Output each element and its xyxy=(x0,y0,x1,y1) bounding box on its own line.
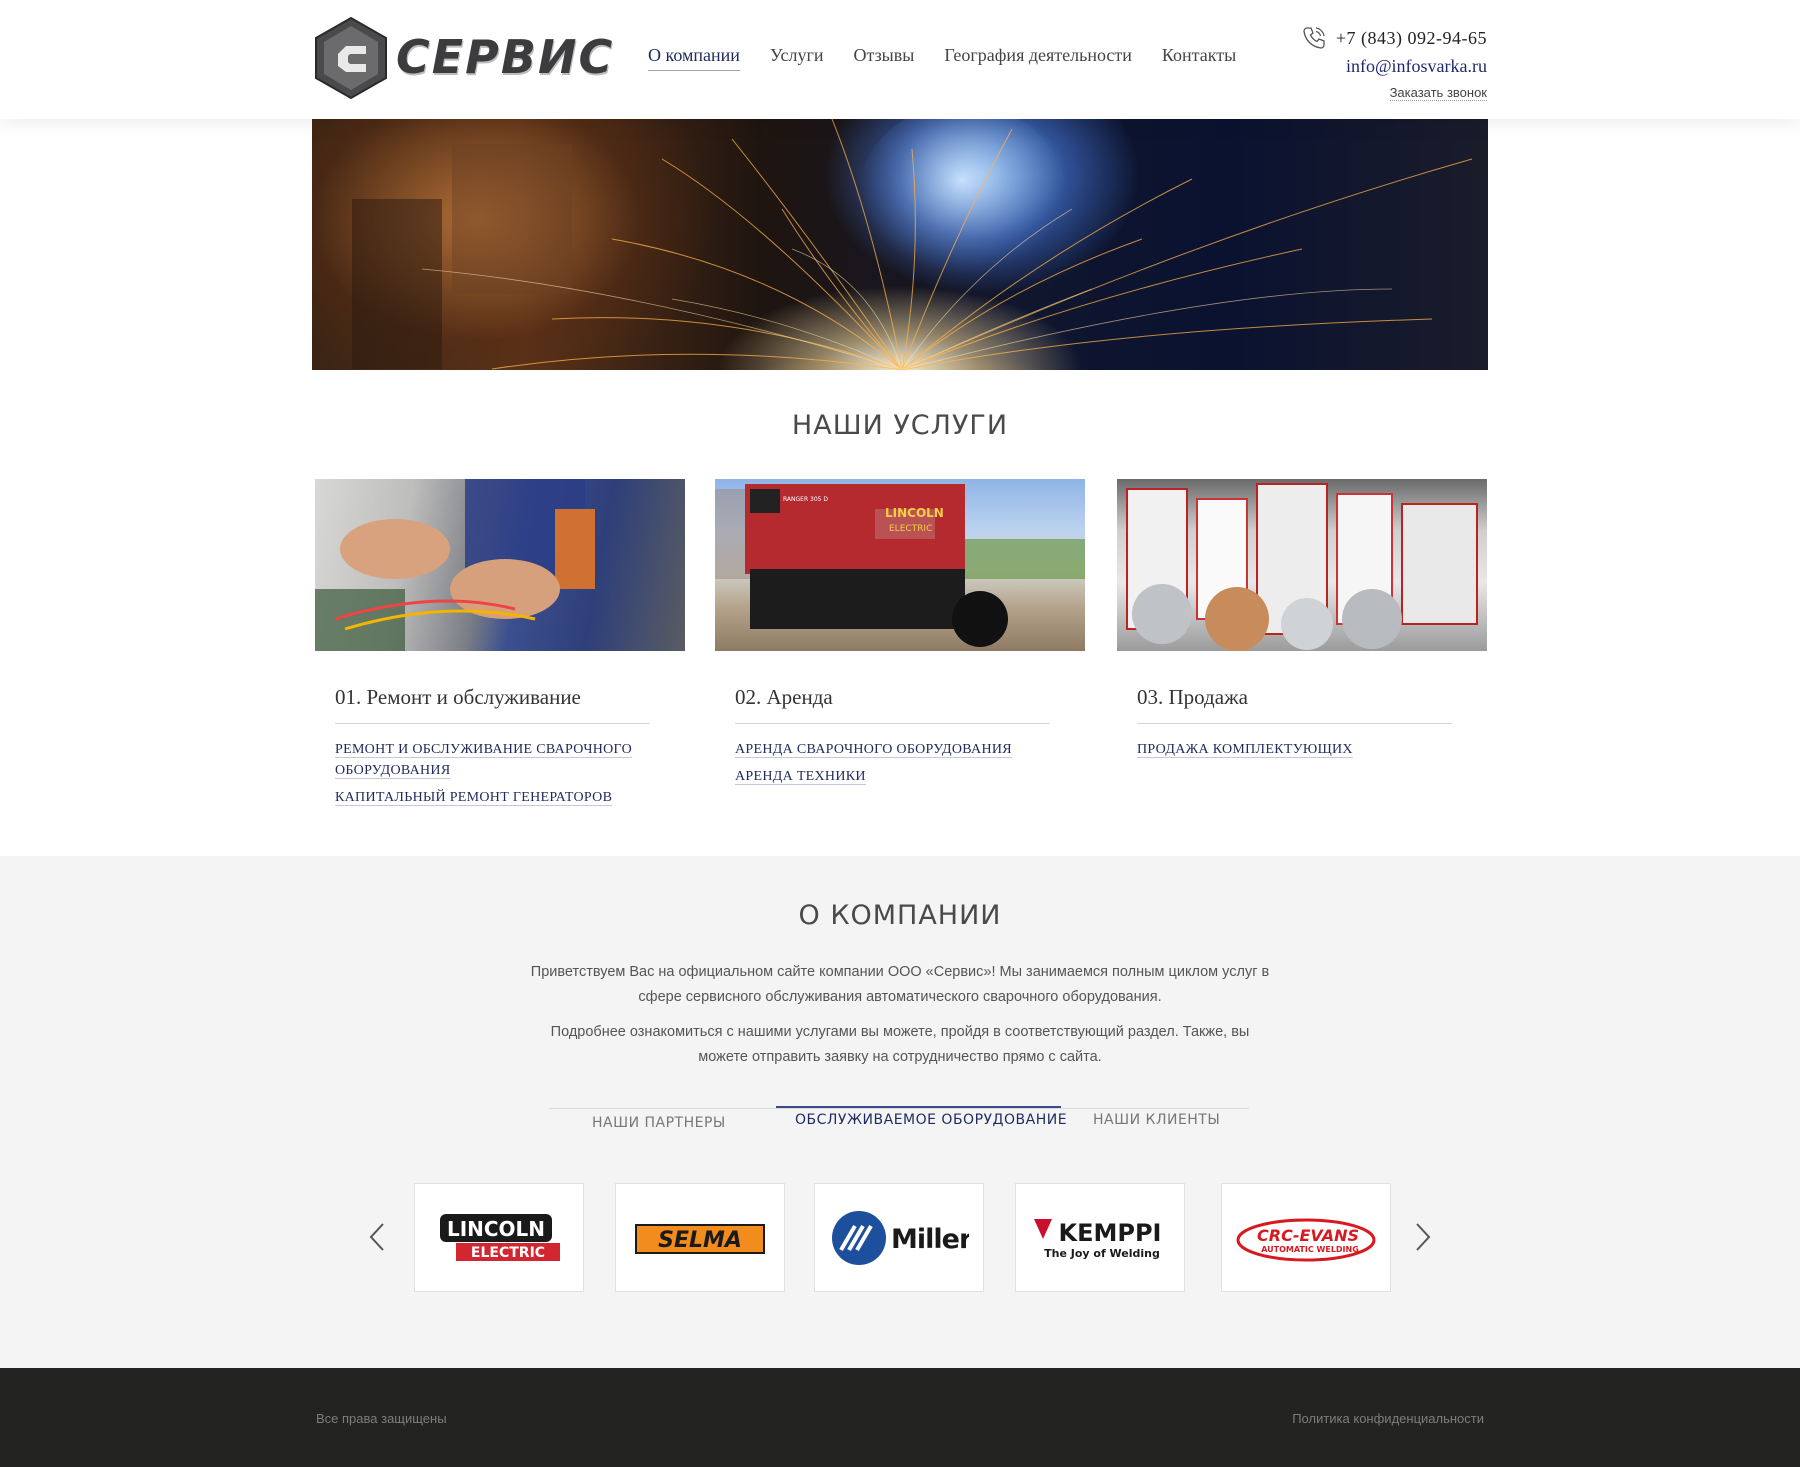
link-generator-repair[interactable]: КАПИТАЛЬНЫЙ РЕМОНТ ГЕНЕРАТОРОВ xyxy=(335,790,613,806)
active-tab-indicator xyxy=(776,1106,1061,1108)
lincoln-logo: LINCOLN ELECTRIC xyxy=(440,1213,560,1261)
logo-text: СЕРВИС xyxy=(396,30,615,84)
brand-crc-evans[interactable]: CRC-EVANS AUTOMATIC WELDING xyxy=(1221,1183,1391,1292)
about-paragraph-2: Подробнее ознакомиться с нашими услугами… xyxy=(530,1020,1270,1070)
chevron-left-icon[interactable] xyxy=(363,1220,393,1254)
brand-lincoln[interactable]: LINCOLN ELECTRIC xyxy=(414,1183,584,1292)
service-title-rent: 02. Аренда xyxy=(735,685,833,709)
lincoln-line-2: ELECTRIC xyxy=(471,1245,545,1261)
site-logo[interactable]: СЕРВИС xyxy=(312,16,612,100)
hero-banner xyxy=(312,119,1488,370)
service-divider xyxy=(735,723,1050,724)
service-card-rent: LINCOLN ELECTRIC RANGER 305 D 02. Аренда… xyxy=(715,479,1085,785)
footer-rights: Все права защищены xyxy=(316,1411,447,1426)
service-card-sale: 03. Продажа ПРОДАЖА КОМПЛЕКТУЮЩИХ xyxy=(1117,479,1487,758)
crc-evans-line-2: AUTOMATIC WELDING xyxy=(1261,1245,1359,1254)
phone-number[interactable]: +7 (843) 092-94-65 xyxy=(1336,28,1487,49)
crc-evans-logo: CRC-EVANS AUTOMATIC WELDING xyxy=(1236,1218,1376,1261)
tab-clients[interactable]: НАШИ КЛИЕНТЫ xyxy=(1093,1112,1220,1128)
logo-hexagon-icon xyxy=(315,16,387,100)
about-paragraph-2-line-2: можете отправить заявку на сотрудничеств… xyxy=(698,1049,1102,1065)
site-header: СЕРВИС О компании Услуги Отзывы Географи… xyxy=(0,0,1800,119)
tabs-divider xyxy=(549,1108,1249,1109)
miller-logo: Miller xyxy=(832,1210,969,1265)
chevron-right-icon[interactable] xyxy=(1407,1220,1437,1254)
link-machinery-rent[interactable]: АРЕНДА ТЕХНИКИ xyxy=(735,769,866,785)
crc-evans-line-1: CRC-EVANS xyxy=(1257,1226,1359,1245)
generator-sub-text: ELECTRIC xyxy=(889,524,932,534)
site-footer: Все права защищены Политика конфиденциал… xyxy=(0,1368,1800,1467)
brand-kemppi[interactable]: KEMPPI The Joy of Welding xyxy=(1015,1183,1185,1292)
kemppi-line-1: KEMPPI xyxy=(1059,1219,1162,1247)
link-welding-repair[interactable]: РЕМОНТ И ОБСЛУЖИВАНИЕ СВАРОЧНОГО ОБОРУДО… xyxy=(335,742,633,779)
brand-miller[interactable]: Miller xyxy=(814,1183,984,1292)
service-divider xyxy=(335,723,650,724)
about-paragraph-1-line-1: Приветствуем Вас на официальном сайте ко… xyxy=(530,964,1270,980)
header-contacts: +7 (843) 092-94-65 info@infosvarka.ru За… xyxy=(1300,24,1487,102)
kemppi-line-2: The Joy of Welding xyxy=(1044,1247,1160,1260)
about-paragraph-2-line-1: Подробнее ознакомиться с нашими услугами… xyxy=(550,1024,1250,1040)
phone-icon xyxy=(1303,27,1325,49)
service-card-repair: 01. Ремонт и обслуживание РЕМОНТ И ОБСЛУ… xyxy=(315,479,685,806)
about-section: О КОМПАНИИ Приветствуем Вас на официальн… xyxy=(0,856,1800,1368)
brand-selma[interactable]: SELMA xyxy=(615,1183,785,1292)
email-link[interactable]: info@infosvarka.ru xyxy=(1300,56,1487,77)
services-title: НАШИ УСЛУГИ xyxy=(791,410,1009,441)
generator-model-text: RANGER 305 D xyxy=(783,496,828,503)
service-title-sale: 03. Продажа xyxy=(1137,685,1248,709)
about-paragraph-1-line-2: сфере сервисного обслуживания автоматиче… xyxy=(638,989,1162,1005)
selma-text: SELMA xyxy=(658,1228,742,1253)
about-paragraph-1: Приветствуем Вас на официальном сайте ко… xyxy=(530,960,1270,1010)
selma-logo: SELMA xyxy=(635,1223,765,1254)
hero-sparks xyxy=(352,119,1473,370)
tab-equipment[interactable]: ОБСЛУЖИВАЕМОЕ ОБОРУДОВАНИЕ xyxy=(795,1112,1067,1128)
lincoln-line-1: LINCOLN xyxy=(447,1217,545,1241)
nav-services[interactable]: Услуги xyxy=(770,45,824,71)
nav-about[interactable]: О компании xyxy=(648,45,740,71)
link-parts-sale[interactable]: ПРОДАЖА КОМПЛЕКТУЮЩИХ xyxy=(1137,742,1353,758)
link-welding-rent[interactable]: АРЕНДА СВАРОЧНОГО ОБОРУДОВАНИЯ xyxy=(735,742,1012,758)
nav-reviews[interactable]: Отзывы xyxy=(853,45,914,71)
nav-geography[interactable]: География деятельности xyxy=(944,45,1132,71)
tab-partners[interactable]: НАШИ ПАРТНЕРЫ xyxy=(592,1115,726,1131)
service-title-repair: 01. Ремонт и обслуживание xyxy=(335,685,581,709)
main-nav: О компании Услуги Отзывы География деяте… xyxy=(648,45,1266,71)
service-image-rent: LINCOLN ELECTRIC RANGER 305 D xyxy=(715,479,1085,651)
about-title: О КОМПАНИИ xyxy=(798,900,1002,931)
privacy-policy-link[interactable]: Политика конфиденциальности xyxy=(1292,1411,1484,1426)
generator-brand-text: LINCOLN xyxy=(885,506,944,520)
nav-contacts[interactable]: Контакты xyxy=(1162,45,1236,71)
kemppi-logo: KEMPPI The Joy of Welding xyxy=(1034,1218,1162,1260)
service-image-repair xyxy=(315,479,685,651)
callback-link[interactable]: Заказать звонок xyxy=(1389,85,1487,101)
miller-text: Miller xyxy=(891,1224,969,1255)
service-image-sale xyxy=(1117,479,1487,651)
service-divider xyxy=(1137,723,1452,724)
